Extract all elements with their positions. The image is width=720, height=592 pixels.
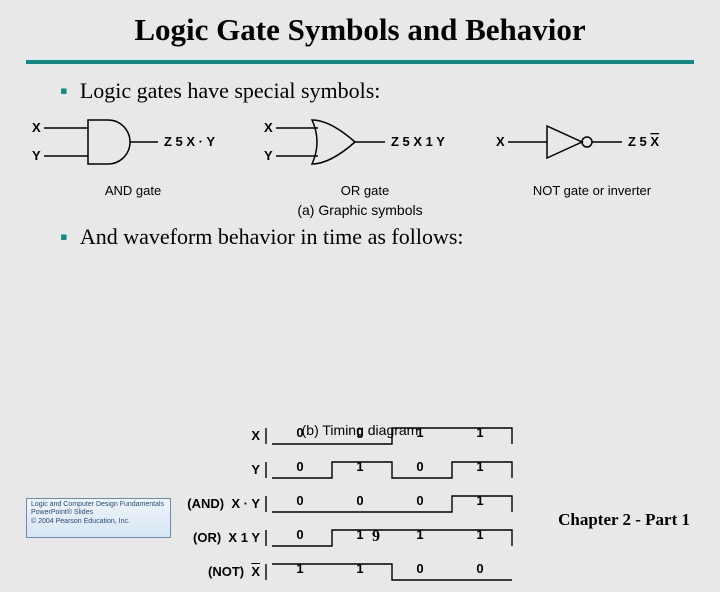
publisher-logo: Logic and Computer Design Fundamentals P… — [26, 498, 171, 538]
waveform-row: (OR) X 1 Y0111 — [150, 524, 570, 556]
waveform-row: Y0101 — [150, 456, 570, 488]
waveform-values: 1100 — [270, 558, 510, 580]
waveform-row: X0011 — [150, 422, 570, 454]
waveform-values: 0001 — [270, 490, 510, 512]
waveform-value: 1 — [330, 524, 390, 546]
waveform-values: 0011 — [270, 422, 510, 444]
waveform-value: 0 — [270, 490, 330, 512]
waveform-value: 1 — [450, 524, 510, 546]
or-gate-group: X Y Z 5 X 1 Y OR gate — [260, 114, 470, 198]
svg-text:Y: Y — [264, 148, 273, 163]
and-gate-icon: X Y Z 5 X · Y — [28, 114, 238, 176]
waveform-values: 0101 — [270, 456, 510, 478]
chapter-label: Chapter 2 - Part 1 — [558, 510, 690, 530]
waveform-value: 0 — [450, 558, 510, 580]
svg-text:Y: Y — [32, 148, 41, 163]
svg-text:Z 5 X · Y: Z 5 X · Y — [164, 134, 215, 149]
and-gate-group: X Y Z 5 X · Y AND gate — [28, 114, 238, 198]
waveform-value: 1 — [390, 422, 450, 444]
waveform-value: 0 — [330, 422, 390, 444]
or-gate-icon: X Y Z 5 X 1 Y — [260, 114, 470, 176]
waveform-value: 1 — [270, 558, 330, 580]
waveform-label: Y — [150, 462, 260, 477]
waveform-value: 0 — [270, 422, 330, 444]
svg-text:X: X — [496, 134, 505, 149]
waveform-values: 0111 — [270, 524, 510, 546]
bullet-1: Logic gates have special symbols: — [60, 78, 720, 104]
waveform-value: 0 — [390, 456, 450, 478]
timing-diagram: X0011Y0101(AND) X · Y0001(OR) X 1 Y0111(… — [150, 422, 570, 438]
title-divider — [26, 60, 694, 64]
waveform-value: 1 — [450, 422, 510, 444]
page-number: 9 — [372, 528, 380, 546]
not-gate-icon: X Z 5 X — [492, 114, 692, 176]
svg-text:X: X — [32, 120, 41, 135]
waveform-row: (NOT) X1100 — [150, 558, 570, 590]
waveform-value: 1 — [450, 456, 510, 478]
not-gate-label: NOT gate or inverter — [532, 183, 652, 198]
waveform-value: 1 — [330, 456, 390, 478]
waveform-value: 0 — [390, 490, 450, 512]
or-gate-label: OR gate — [260, 183, 470, 198]
waveform-value: 0 — [270, 456, 330, 478]
waveform-label: X — [150, 428, 260, 443]
slide-title: Logic Gate Symbols and Behavior — [0, 0, 720, 56]
waveform-value: 0 — [330, 490, 390, 512]
not-gate-group: X Z 5 X NOT gate or inverter — [492, 114, 692, 198]
svg-text:Z 5 X: Z 5 X — [628, 134, 659, 149]
waveform-value: 0 — [390, 558, 450, 580]
svg-text:X: X — [264, 120, 273, 135]
waveform-value: 1 — [330, 558, 390, 580]
svg-text:Z 5 X 1 Y: Z 5 X 1 Y — [391, 134, 445, 149]
gate-symbols-figure: X Y Z 5 X · Y AND gate X Y Z 5 X 1 Y OR — [20, 114, 700, 218]
waveform-value: 1 — [390, 524, 450, 546]
waveform-value: 1 — [450, 490, 510, 512]
waveform-value: 0 — [270, 524, 330, 546]
caption-a: (a) Graphic symbols — [20, 202, 700, 218]
bullet-2: And waveform behavior in time as follows… — [60, 224, 720, 250]
waveform-label: (NOT) X — [150, 564, 260, 579]
waveform-row: (AND) X · Y0001 — [150, 490, 570, 522]
and-gate-label: AND gate — [28, 183, 238, 198]
